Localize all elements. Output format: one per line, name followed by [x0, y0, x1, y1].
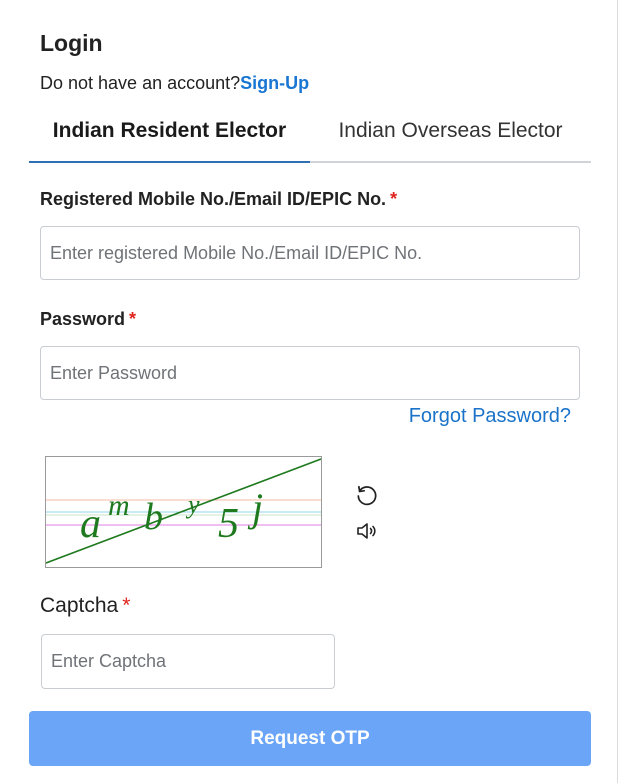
speaker-icon[interactable]: [352, 516, 382, 546]
password-field-label: Password *: [40, 309, 136, 330]
required-mark: *: [129, 309, 137, 329]
tab-indian-overseas-elector[interactable]: Indian Overseas Elector: [310, 103, 591, 161]
password-input[interactable]: [40, 346, 580, 400]
signup-prompt-line: Do not have an account?Sign-Up: [40, 73, 309, 94]
required-mark: *: [390, 189, 398, 209]
tab-indian-resident-elector[interactable]: Indian Resident Elector: [29, 103, 310, 163]
signup-link[interactable]: Sign-Up: [240, 73, 309, 93]
svg-text:m: m: [108, 489, 130, 522]
captcha-image: a m b y 5 j: [45, 456, 322, 568]
svg-text:j: j: [247, 485, 263, 530]
elector-tabs: Indian Resident Elector Indian Overseas …: [29, 103, 591, 163]
forgot-password-link[interactable]: Forgot Password?: [409, 405, 571, 428]
password-label-text: Password: [40, 309, 126, 329]
captcha-graphic: a m b y 5 j: [45, 458, 322, 564]
request-otp-button[interactable]: Request OTP: [29, 711, 591, 766]
refresh-icon[interactable]: [352, 481, 382, 511]
id-field-label-text: Registered Mobile No./Email ID/EPIC No.: [40, 189, 387, 209]
captcha-input[interactable]: [41, 634, 335, 689]
captcha-field-label: Captcha *: [40, 594, 130, 618]
id-field-label: Registered Mobile No./Email ID/EPIC No. *: [40, 189, 397, 210]
svg-text:y: y: [185, 490, 200, 519]
required-mark: *: [122, 594, 131, 617]
id-input[interactable]: [40, 226, 580, 280]
svg-text:a: a: [80, 501, 101, 547]
svg-text:b: b: [144, 496, 163, 538]
login-card: Login Do not have an account?Sign-Up Ind…: [0, 0, 618, 783]
captcha-label-text: Captcha: [40, 594, 119, 617]
page-title: Login: [40, 30, 103, 56]
svg-text:5: 5: [218, 501, 239, 547]
signup-prompt-text: Do not have an account?: [40, 73, 241, 93]
